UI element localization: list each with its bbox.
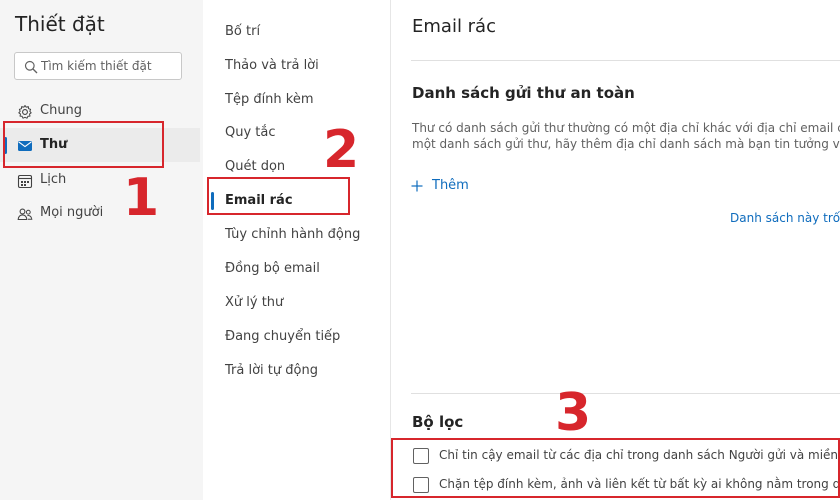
annotation-number-3: 3: [555, 383, 592, 443]
gear-icon: [18, 105, 32, 119]
subnav-label: Thảo và trả lời: [225, 58, 319, 73]
nav-label-general: Chung: [40, 103, 83, 118]
mail-icon: [18, 141, 32, 151]
calendar-icon: [17, 174, 33, 189]
checkbox-label: Chặn tệp đính kèm, ảnh và liên kết từ bấ…: [439, 477, 840, 491]
subnav-item-compose-reply[interactable]: Thảo và trả lời: [203, 50, 390, 82]
subnav-label: Xử lý thư: [225, 295, 284, 310]
subnav-item-automatic-replies[interactable]: Trả lời tự động: [203, 355, 390, 387]
search-icon: [24, 60, 38, 74]
settings-title: Thiết đặt: [15, 12, 105, 36]
selection-indicator: [211, 192, 214, 210]
search-box[interactable]: [14, 52, 182, 80]
subnav-label: Bố trí: [225, 24, 261, 39]
nav-label-people: Mọi người: [40, 205, 104, 220]
nav-item-general[interactable]: Chung: [0, 94, 200, 128]
add-label: Thêm: [432, 178, 469, 193]
subnav-item-junk-email[interactable]: Email rác: [203, 185, 390, 217]
nav-label-mail: Thư: [40, 137, 68, 152]
subnav-item-layout[interactable]: Bố trí: [203, 16, 390, 48]
subnav-item-message-handling[interactable]: Xử lý thư: [203, 287, 390, 319]
filters-heading: Bộ lọc: [412, 413, 464, 431]
safe-mailing-lists-description-line1: Thư có danh sách gửi thư thường có một đ…: [412, 121, 840, 135]
subnav-item-rules[interactable]: Quy tắc: [203, 117, 390, 149]
settings-sidebar: Thiết đặt Chung Thư: [0, 0, 203, 500]
nav-item-mail[interactable]: Thư: [0, 128, 200, 162]
subnav-item-forwarding[interactable]: Đang chuyển tiếp: [203, 321, 390, 353]
subnav-item-sweep[interactable]: Quét dọn: [203, 151, 390, 183]
people-icon: [17, 208, 33, 221]
junk-email-settings: Email rác Danh sách gửi thư an toàn Thư …: [390, 0, 840, 500]
divider: [411, 60, 840, 61]
subnav-label: Trả lời tự động: [225, 363, 318, 378]
mail-settings-subnav: Bố trí Thảo và trả lời Tệp đính kèm Quy …: [203, 0, 390, 500]
safe-mailing-lists-description-line2: một danh sách gửi thư, hãy thêm địa chỉ …: [412, 137, 840, 151]
nav-label-calendar: Lịch: [40, 172, 67, 187]
subnav-label: Email rác: [225, 193, 293, 208]
subnav-label: Tùy chỉnh hành động: [225, 227, 361, 242]
safe-mailing-lists-heading: Danh sách gửi thư an toàn: [412, 84, 635, 102]
settings-window: Thiết đặt Chung Thư: [0, 0, 840, 500]
page-title: Email rác: [412, 16, 496, 37]
plus-icon: [411, 180, 423, 192]
search-input[interactable]: [41, 56, 177, 76]
checkbox-label: Chỉ tin cậy email từ các địa chỉ trong d…: [439, 448, 840, 462]
subnav-item-sync-email[interactable]: Đồng bộ email: [203, 253, 390, 285]
block-attachments-checkbox[interactable]: [413, 477, 429, 493]
selection-indicator: [4, 137, 7, 154]
subnav-label: Quy tắc: [225, 125, 276, 140]
annotation-number-2: 2: [323, 120, 360, 180]
empty-list-message: Danh sách này trống: [730, 211, 840, 225]
subnav-label: Đang chuyển tiếp: [225, 329, 341, 344]
annotation-number-1: 1: [123, 168, 160, 228]
nav-item-calendar[interactable]: Lịch: [0, 163, 200, 197]
subnav-item-customize-actions[interactable]: Tùy chỉnh hành động: [203, 219, 390, 251]
subnav-label: Quét dọn: [225, 159, 286, 174]
trust-safe-senders-checkbox[interactable]: [413, 448, 429, 464]
subnav-label: Tệp đính kèm: [225, 92, 314, 107]
nav-item-people[interactable]: Mọi người: [0, 196, 200, 230]
subnav-label: Đồng bộ email: [225, 261, 320, 276]
divider: [411, 393, 840, 394]
subnav-item-attachments[interactable]: Tệp đính kèm: [203, 84, 390, 116]
